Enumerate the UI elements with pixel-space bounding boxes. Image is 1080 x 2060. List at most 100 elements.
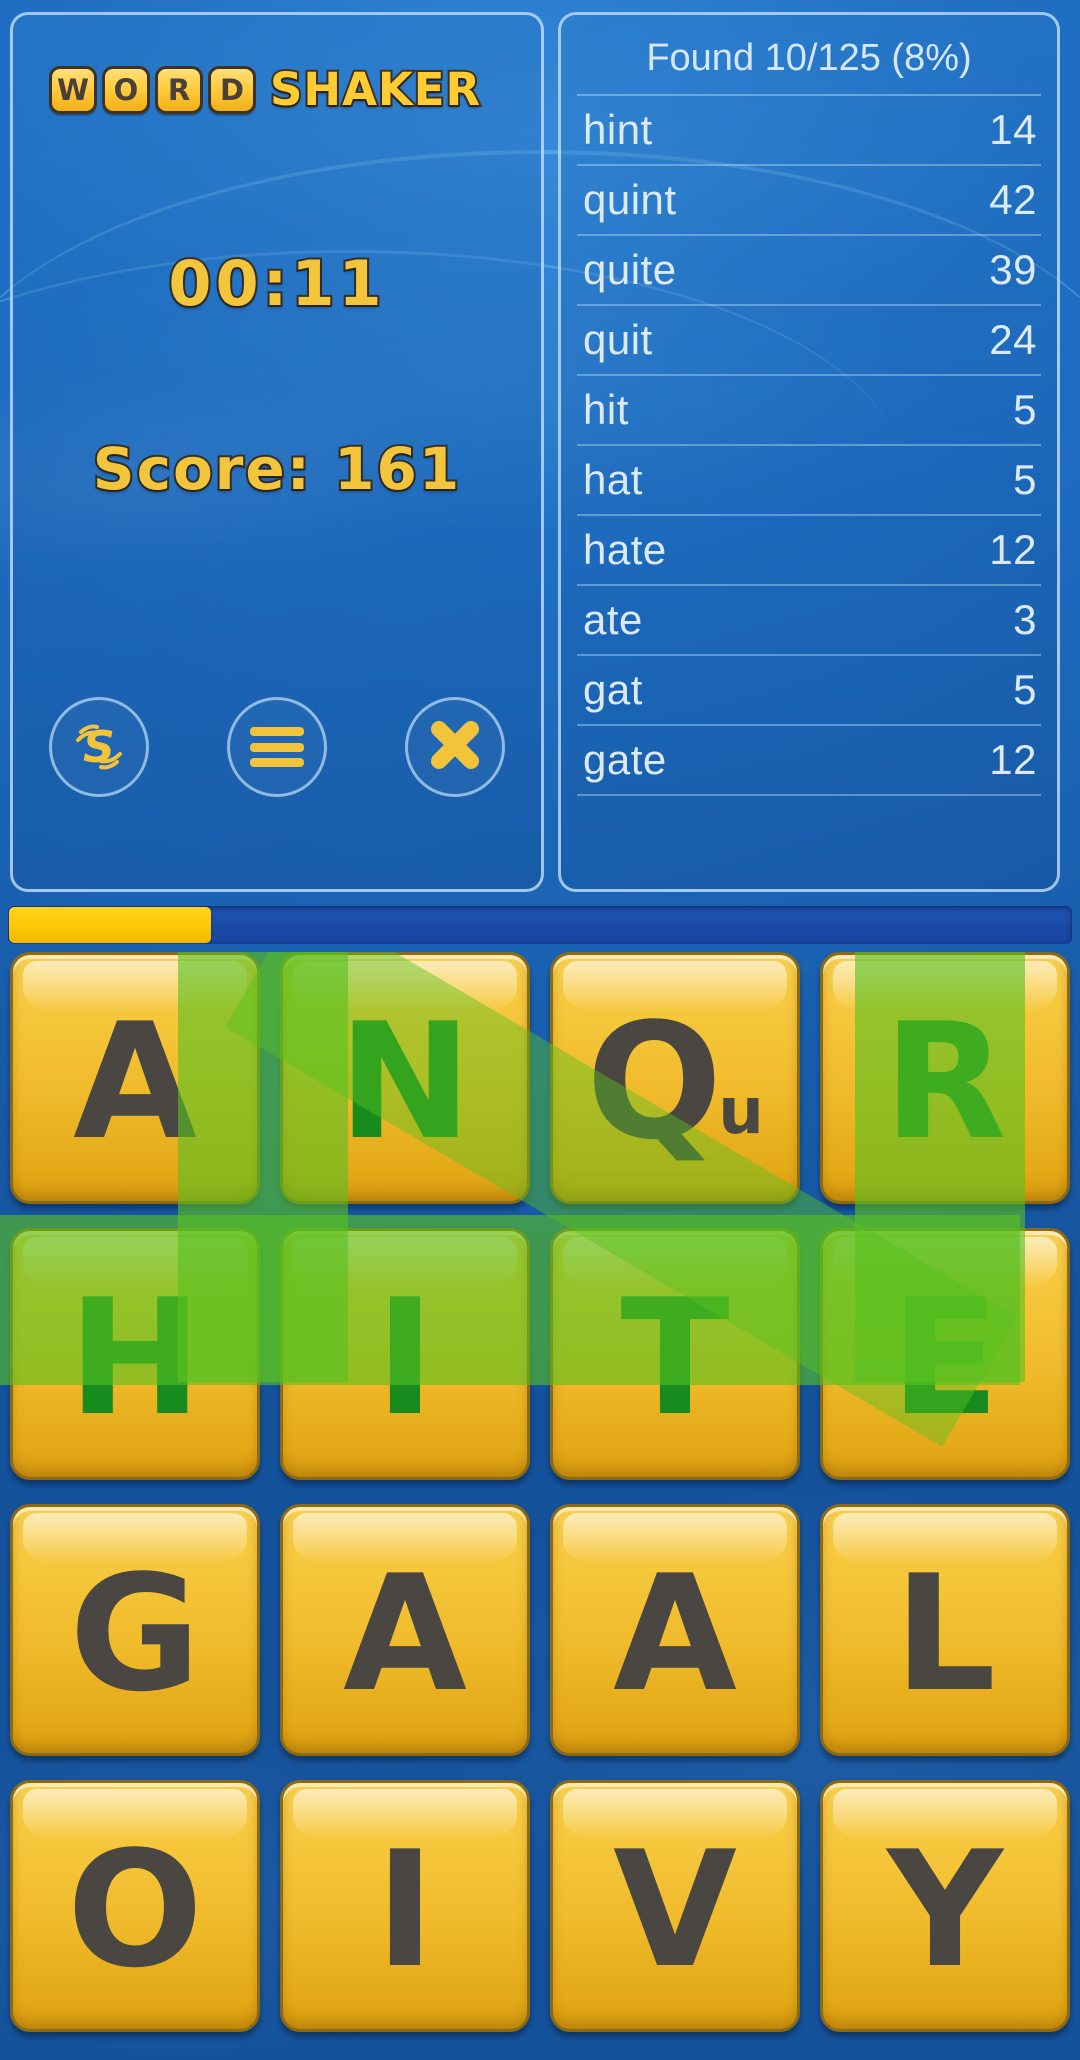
found-word-text: hat — [583, 456, 643, 503]
letter-main: O — [66, 1816, 203, 2003]
letter-main: A — [73, 988, 197, 1175]
found-word-points: 3 — [1013, 596, 1037, 643]
letter-tile[interactable]: N — [280, 952, 530, 1204]
letter-tile-text: Y — [887, 1830, 1003, 1990]
letter-tile-text: G — [69, 1554, 200, 1714]
found-word-row: gat 5 — [577, 656, 1041, 726]
found-word-text: ate — [583, 596, 643, 643]
found-word-row: quint 42 — [577, 166, 1041, 236]
found-word-text: hint — [583, 106, 653, 153]
letter-grid[interactable]: ANQuRHITEGAALOIVY — [0, 952, 1080, 2048]
letter-tile-text: T — [620, 1278, 729, 1438]
letter-sub: u — [718, 1075, 764, 1149]
found-word-text: quit — [583, 316, 653, 363]
letter-tile-text: Qu — [586, 1002, 764, 1162]
found-word-row: quite 39 — [577, 236, 1041, 306]
letter-tile[interactable]: O — [10, 1780, 260, 2032]
letter-main: L — [894, 1540, 996, 1727]
letter-main: R — [883, 988, 1007, 1175]
letter-tile-text: A — [343, 1554, 467, 1714]
menu-icon — [250, 727, 304, 767]
game-score: Score: 161 — [91, 433, 462, 505]
letter-main: E — [890, 1264, 1000, 1451]
found-word-points: 14 — [989, 106, 1037, 153]
letter-tile[interactable]: T — [550, 1228, 800, 1480]
found-word-points: 12 — [989, 526, 1037, 573]
close-icon — [425, 715, 485, 780]
letter-tile-text: A — [73, 1002, 197, 1162]
found-words-list[interactable]: hint 14 quint 42 quite 39 quit 24 hit 5 hat 5 hate 12… — [561, 96, 1057, 796]
logo-shaker-text: SHAKER — [268, 61, 482, 118]
letter-tile-text: V — [613, 1830, 737, 1990]
letter-tile-text: H — [68, 1278, 202, 1438]
letter-main: I — [375, 1816, 435, 2003]
logo-tile-d: D — [208, 65, 256, 114]
found-word-text: quite — [583, 246, 677, 293]
found-word-text: gate — [583, 736, 667, 783]
letter-main: A — [343, 1540, 467, 1727]
letter-tile[interactable]: H — [10, 1228, 260, 1480]
letter-tile[interactable]: A — [550, 1504, 800, 1756]
letter-main: V — [613, 1816, 737, 2003]
control-button-row: S — [13, 697, 541, 797]
found-word-points: 5 — [1013, 386, 1037, 433]
letter-main: Q — [586, 988, 723, 1175]
letter-tile-text: O — [67, 1830, 203, 1990]
found-word-points: 5 — [1013, 456, 1037, 503]
found-header: Found 10/125 (8%) — [577, 15, 1041, 96]
found-word-text: hate — [583, 526, 667, 573]
letter-main: A — [613, 1540, 737, 1727]
logo-word-tiles: W O R D — [49, 65, 256, 114]
letter-main: T — [620, 1264, 730, 1451]
letter-main: N — [338, 988, 472, 1175]
letter-tile[interactable]: G — [10, 1504, 260, 1756]
close-button[interactable] — [405, 697, 505, 797]
letter-tile[interactable]: Y — [820, 1780, 1070, 2032]
letter-tile-text: I — [375, 1278, 435, 1438]
letter-tile-text: A — [613, 1554, 737, 1714]
logo-tile-o: O — [102, 65, 150, 114]
letter-tile[interactable]: V — [550, 1780, 800, 2032]
shake-button[interactable]: S — [49, 697, 149, 797]
top-section: W O R D SHAKER 00:11 Score: 161 S Found … — [0, 0, 1080, 900]
letter-tile-text: N — [338, 1002, 472, 1162]
menu-button[interactable] — [227, 697, 327, 797]
letter-tile-text: R — [883, 1002, 1006, 1162]
progress-bar — [8, 906, 1072, 944]
letter-board[interactable]: ANQuRHITEGAALOIVY — [0, 952, 1080, 2060]
game-timer: 00:11 — [166, 245, 386, 322]
found-word-row: ate 3 — [577, 586, 1041, 656]
letter-main: Y — [887, 1816, 1003, 2003]
letter-tile[interactable]: Qu — [550, 952, 800, 1204]
found-word-row: gate 12 — [577, 726, 1041, 796]
progress-bar-fill — [9, 907, 211, 943]
logo-tile-r: R — [155, 65, 203, 114]
found-word-points: 12 — [989, 736, 1037, 783]
found-word-text: hit — [583, 386, 629, 433]
letter-tile[interactable]: L — [820, 1504, 1070, 1756]
found-word-points: 42 — [989, 176, 1037, 223]
letter-tile[interactable]: E — [820, 1228, 1070, 1480]
found-word-points: 5 — [1013, 666, 1037, 713]
found-word-points: 39 — [989, 246, 1037, 293]
letter-tile[interactable]: I — [280, 1780, 530, 2032]
letter-tile-text: I — [375, 1830, 435, 1990]
found-word-points: 24 — [989, 316, 1037, 363]
found-word-row: hate 12 — [577, 516, 1041, 586]
letter-main: H — [68, 1264, 202, 1451]
found-word-text: gat — [583, 666, 643, 713]
found-words-panel: Found 10/125 (8%) hint 14 quint 42 quite 39 qu… — [558, 12, 1060, 892]
app-logo: W O R D SHAKER — [49, 61, 482, 118]
letter-tile[interactable]: A — [280, 1504, 530, 1756]
found-word-text: quint — [583, 176, 677, 223]
letter-tile[interactable]: I — [280, 1228, 530, 1480]
letter-tile[interactable]: R — [820, 952, 1070, 1204]
letter-tile-text: L — [894, 1554, 996, 1714]
status-panel: W O R D SHAKER 00:11 Score: 161 S — [10, 12, 544, 892]
letter-main: G — [69, 1540, 201, 1727]
found-word-row: hat 5 — [577, 446, 1041, 516]
found-word-row: hint 14 — [577, 96, 1041, 166]
letter-tile[interactable]: A — [10, 952, 260, 1204]
letter-main: I — [375, 1264, 435, 1451]
found-word-row: hit 5 — [577, 376, 1041, 446]
